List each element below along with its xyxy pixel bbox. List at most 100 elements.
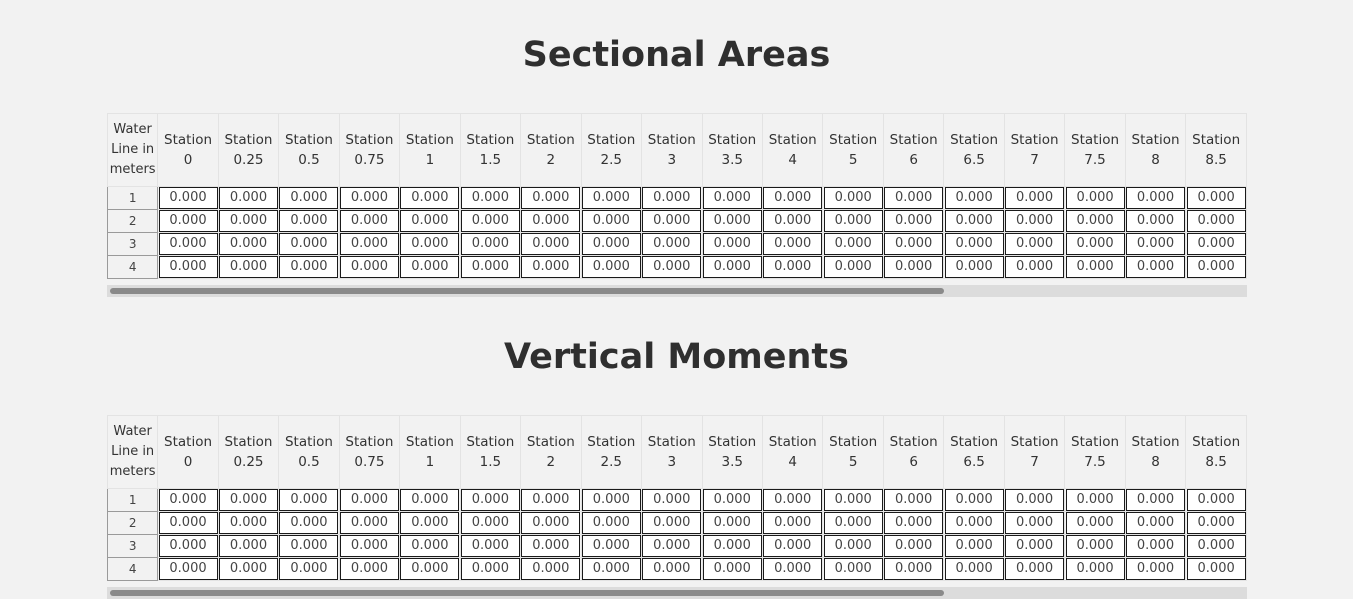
value-field[interactable]: 0.000 [218, 210, 278, 232]
value-field[interactable]: 0.000 [521, 489, 581, 511]
value-field[interactable]: 0.000 [339, 210, 399, 232]
value-field[interactable]: 0.000 [218, 535, 278, 557]
value-field[interactable]: 0.000 [1126, 233, 1186, 255]
value-field[interactable]: 0.000 [763, 210, 823, 232]
value-field[interactable]: 0.000 [521, 187, 581, 209]
value-field[interactable]: 0.000 [400, 256, 460, 278]
value-field[interactable]: 0.000 [158, 233, 218, 255]
horizontal-scrollbar[interactable] [107, 285, 1247, 297]
value-field[interactable]: 0.000 [1065, 256, 1125, 278]
value-field[interactable]: 0.000 [763, 187, 823, 209]
value-field[interactable]: 0.000 [581, 256, 641, 278]
value-field[interactable]: 0.000 [642, 535, 702, 557]
value-field[interactable]: 0.000 [1186, 489, 1246, 511]
value-field[interactable]: 0.000 [1065, 233, 1125, 255]
table-scroll-container[interactable]: Water Line in meters Station 0 Station 0.2… [107, 113, 1247, 297]
scrollbar-thumb[interactable] [110, 288, 944, 294]
value-field[interactable]: 0.000 [1126, 558, 1186, 580]
value-field[interactable]: 0.000 [1065, 489, 1125, 511]
value-field[interactable]: 0.000 [1186, 535, 1246, 557]
value-field[interactable]: 0.000 [944, 535, 1004, 557]
value-field[interactable]: 0.000 [218, 187, 278, 209]
value-field[interactable]: 0.000 [218, 512, 278, 534]
value-field[interactable]: 0.000 [884, 535, 944, 557]
value-field[interactable]: 0.000 [581, 210, 641, 232]
value-field[interactable]: 0.000 [521, 535, 581, 557]
value-field[interactable]: 0.000 [339, 256, 399, 278]
value-field[interactable]: 0.000 [763, 256, 823, 278]
value-field[interactable]: 0.000 [884, 210, 944, 232]
value-field[interactable]: 0.000 [460, 256, 520, 278]
value-field[interactable]: 0.000 [279, 489, 339, 511]
value-field[interactable]: 0.000 [1005, 210, 1065, 232]
value-field[interactable]: 0.000 [642, 489, 702, 511]
value-field[interactable]: 0.000 [1126, 187, 1186, 209]
value-field[interactable]: 0.000 [1005, 187, 1065, 209]
value-field[interactable]: 0.000 [1126, 210, 1186, 232]
value-field[interactable]: 0.000 [823, 535, 883, 557]
value-field[interactable]: 0.000 [1065, 512, 1125, 534]
value-field[interactable]: 0.000 [1005, 233, 1065, 255]
value-field[interactable]: 0.000 [884, 512, 944, 534]
value-field[interactable]: 0.000 [763, 535, 823, 557]
value-field[interactable]: 0.000 [218, 558, 278, 580]
value-field[interactable]: 0.000 [763, 512, 823, 534]
value-field[interactable]: 0.000 [642, 512, 702, 534]
value-field[interactable]: 0.000 [944, 558, 1004, 580]
value-field[interactable]: 0.000 [1186, 233, 1246, 255]
value-field[interactable]: 0.000 [642, 558, 702, 580]
value-field[interactable]: 0.000 [702, 512, 762, 534]
value-field[interactable]: 0.000 [1126, 256, 1186, 278]
value-field[interactable]: 0.000 [218, 233, 278, 255]
value-field[interactable]: 0.000 [521, 210, 581, 232]
value-field[interactable]: 0.000 [400, 535, 460, 557]
value-field[interactable]: 0.000 [1065, 558, 1125, 580]
value-field[interactable]: 0.000 [158, 187, 218, 209]
value-field[interactable]: 0.000 [339, 233, 399, 255]
value-field[interactable]: 0.000 [702, 489, 762, 511]
value-field[interactable]: 0.000 [460, 233, 520, 255]
value-field[interactable]: 0.000 [158, 535, 218, 557]
value-field[interactable]: 0.000 [702, 210, 762, 232]
value-field[interactable]: 0.000 [158, 210, 218, 232]
value-field[interactable]: 0.000 [702, 187, 762, 209]
value-field[interactable]: 0.000 [339, 535, 399, 557]
value-field[interactable]: 0.000 [763, 489, 823, 511]
value-field[interactable]: 0.000 [823, 512, 883, 534]
value-field[interactable]: 0.000 [1005, 512, 1065, 534]
value-field[interactable]: 0.000 [944, 256, 1004, 278]
value-field[interactable]: 0.000 [1065, 210, 1125, 232]
value-field[interactable]: 0.000 [1065, 187, 1125, 209]
value-field[interactable]: 0.000 [884, 233, 944, 255]
value-field[interactable]: 0.000 [400, 489, 460, 511]
scrollbar-thumb[interactable] [110, 590, 944, 596]
value-field[interactable]: 0.000 [1005, 558, 1065, 580]
value-field[interactable]: 0.000 [581, 512, 641, 534]
value-field[interactable]: 0.000 [702, 233, 762, 255]
value-field[interactable]: 0.000 [158, 489, 218, 511]
value-field[interactable]: 0.000 [642, 233, 702, 255]
value-field[interactable]: 0.000 [884, 256, 944, 278]
value-field[interactable]: 0.000 [1005, 489, 1065, 511]
value-field[interactable]: 0.000 [279, 512, 339, 534]
value-field[interactable]: 0.000 [763, 233, 823, 255]
value-field[interactable]: 0.000 [944, 489, 1004, 511]
value-field[interactable]: 0.000 [642, 187, 702, 209]
value-field[interactable]: 0.000 [1126, 489, 1186, 511]
value-field[interactable]: 0.000 [944, 187, 1004, 209]
value-field[interactable]: 0.000 [581, 558, 641, 580]
value-field[interactable]: 0.000 [944, 512, 1004, 534]
value-field[interactable]: 0.000 [279, 210, 339, 232]
value-field[interactable]: 0.000 [642, 210, 702, 232]
value-field[interactable]: 0.000 [823, 558, 883, 580]
value-field[interactable]: 0.000 [158, 558, 218, 580]
value-field[interactable]: 0.000 [581, 489, 641, 511]
value-field[interactable]: 0.000 [460, 512, 520, 534]
value-field[interactable]: 0.000 [1186, 256, 1246, 278]
value-field[interactable]: 0.000 [884, 489, 944, 511]
value-field[interactable]: 0.000 [339, 558, 399, 580]
value-field[interactable]: 0.000 [400, 233, 460, 255]
value-field[interactable]: 0.000 [279, 558, 339, 580]
value-field[interactable]: 0.000 [581, 187, 641, 209]
value-field[interactable]: 0.000 [339, 187, 399, 209]
